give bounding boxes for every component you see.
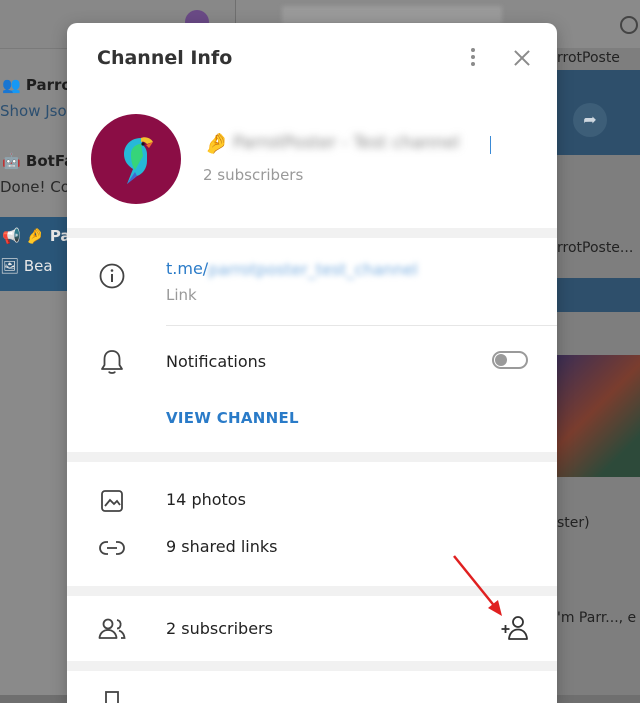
subscribers-icon [97, 614, 127, 644]
dialog-title: Channel Info [97, 47, 233, 69]
forward-icon[interactable]: ➦ [573, 103, 607, 137]
chat-name: 📢 🤌 Pa [2, 227, 71, 245]
parrot-logo-icon [124, 137, 153, 184]
notifications-toggle[interactable] [492, 351, 528, 369]
message-image[interactable] [557, 355, 640, 477]
chat-preview: Show Json [0, 102, 77, 120]
channel-emoji: 🤌 [204, 131, 229, 155]
info-icon [97, 261, 127, 291]
annotation-arrow-icon [453, 555, 502, 616]
photo-icon [97, 486, 127, 516]
subscribers-row[interactable]: 2 subscribers [166, 619, 273, 638]
shared-links-row[interactable]: 9 shared links [166, 537, 278, 556]
subscriber-count: 2 subscribers [203, 166, 304, 184]
row-divider [166, 325, 557, 326]
manage-icon [97, 683, 127, 703]
chat-preview: 🖼 Bea [0, 257, 53, 275]
message-text: ster) [557, 515, 590, 531]
conversation-title-blurred [282, 6, 502, 24]
section-divider [67, 661, 557, 671]
channel-avatar[interactable] [91, 114, 181, 204]
notifications-label: Notifications [166, 352, 267, 371]
message-bubble [557, 278, 640, 312]
text-cursor [490, 136, 491, 154]
photos-row[interactable]: 14 photos [166, 490, 246, 509]
bell-icon [97, 347, 127, 377]
search-icon[interactable] [620, 16, 638, 34]
channel-name: ParrotPoster - Test channel [233, 133, 460, 153]
close-icon[interactable] [511, 47, 533, 69]
section-divider [67, 228, 557, 238]
message-author: rrotPoste [557, 50, 620, 66]
link-caption: Link [166, 286, 197, 304]
channel-link[interactable]: t.me/parrotposter_test_channel [166, 259, 418, 279]
section-divider [67, 452, 557, 462]
more-options-icon[interactable] [463, 45, 483, 71]
view-channel-button[interactable]: VIEW CHANNEL [166, 409, 299, 427]
link-icon [97, 533, 127, 563]
message-author: rrotPoste... [557, 240, 634, 256]
